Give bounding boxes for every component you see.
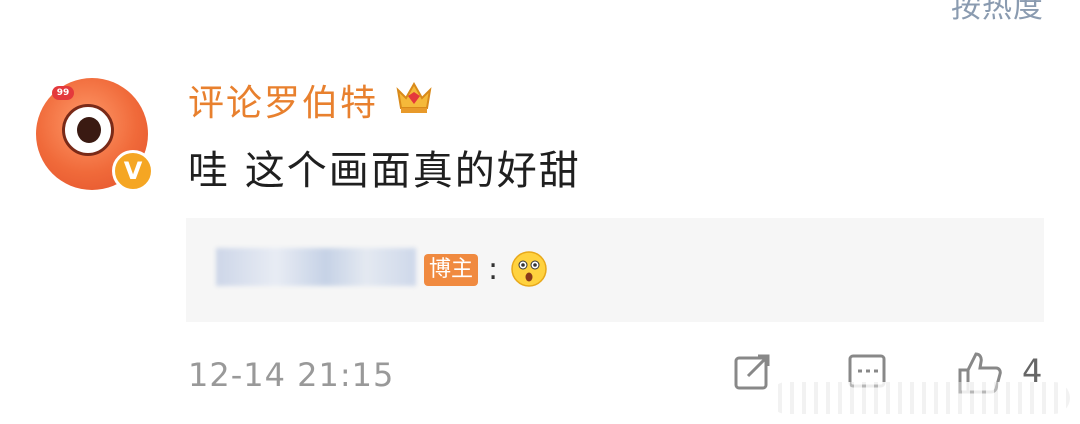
share-icon[interactable] [732, 352, 774, 394]
reply-colon: : [488, 252, 499, 287]
avatar-level-badge: 99 [52, 86, 74, 100]
verified-badge: V [112, 150, 154, 192]
reply-author-blurred [216, 248, 416, 286]
reply-preview[interactable]: 博主 : [186, 218, 1044, 322]
watermark [770, 382, 1070, 414]
avatar-pupil [77, 117, 101, 143]
crown-icon [396, 81, 432, 113]
sort-by-hot-label[interactable]: 按热度 [951, 0, 1044, 26]
surprised-face-emoji-icon [511, 251, 547, 287]
avatar[interactable]: 99 V [36, 78, 154, 192]
author-tag: 博主 [424, 254, 478, 286]
comment-username[interactable]: 评论罗伯特 [188, 74, 378, 126]
avatar-eye [62, 104, 114, 156]
comment-text: 哇 这个画面真的好甜 [188, 148, 581, 194]
comment-timestamp: 12-14 21:15 [188, 356, 395, 394]
